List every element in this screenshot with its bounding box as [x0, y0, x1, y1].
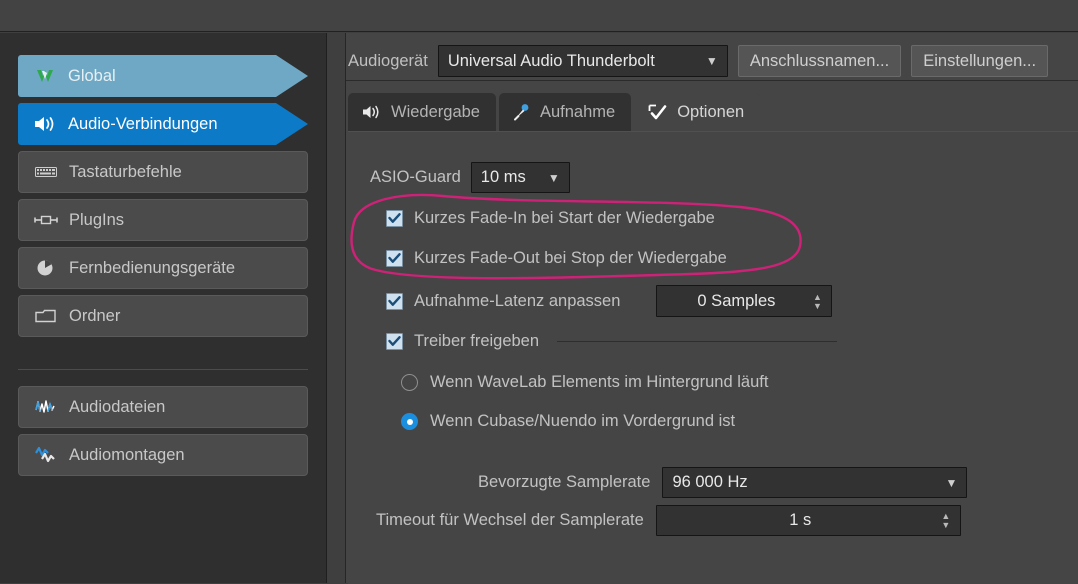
asio-guard-label: ASIO-Guard: [370, 168, 461, 186]
folder-icon: [33, 305, 59, 327]
fade-out-checkbox[interactable]: [386, 250, 403, 267]
sidebar-item-label: Ordner: [69, 306, 121, 325]
stepper-arrows-icon[interactable]: ▲ ▼: [807, 292, 827, 310]
radio-foreground-row[interactable]: Wenn Cubase/Nuendo im Vordergrund ist: [401, 412, 735, 431]
sidebar-item-ordner[interactable]: Ordner: [18, 295, 308, 337]
sidebar-item-global[interactable]: Global: [18, 55, 308, 97]
sidebar-item-audiomontagen[interactable]: Audiomontagen: [18, 434, 308, 476]
tab-wiedergabe[interactable]: Wiedergabe: [348, 93, 496, 131]
samplerate-timeout-row: Timeout für Wechsel der Samplerate 1 s ▲…: [376, 505, 961, 536]
header-divider: [346, 80, 1078, 81]
section-rule: [557, 341, 838, 342]
remote-device-icon: [33, 257, 59, 279]
preferred-samplerate-label: Bevorzugte Samplerate: [478, 473, 651, 491]
preferred-samplerate-row: Bevorzugte Samplerate 96 000 Hz ▼: [478, 467, 968, 498]
sidebar-item-tastaturbefehle[interactable]: Tastaturbefehle: [18, 151, 308, 193]
tab-label: Aufnahme: [539, 102, 616, 121]
sidebar-item-label: Audio-Verbindungen: [68, 114, 218, 133]
release-driver-label: Treiber freigeben: [414, 332, 540, 350]
speaker-icon: [32, 113, 58, 135]
options-check-icon: [648, 104, 668, 121]
preferred-samplerate-select[interactable]: 96 000 Hz ▼: [662, 467, 968, 498]
sidebar-item-plugins[interactable]: PlugIns: [18, 199, 308, 241]
preferred-samplerate-value: 96 000 Hz: [672, 473, 748, 491]
sidebar-item-label: Global: [68, 66, 116, 85]
asio-guard-select[interactable]: 10 ms ▼: [470, 162, 570, 193]
asio-guard-value: 10 ms: [480, 168, 526, 186]
audio-device-select[interactable]: Universal Audio Thunderbolt ▼: [437, 45, 728, 77]
speaker-icon: [362, 104, 382, 120]
sidebar-nav-list: Global Audio-Verbindungen Tastaturbefehl…: [18, 55, 308, 482]
fade-in-label: Kurzes Fade-In bei Start der Wiedergabe: [414, 209, 715, 227]
sidebar-item-label: Fernbedienungsgeräte: [69, 258, 236, 277]
keyboard-icon: [33, 161, 59, 183]
wavelab-preferences-window: Global Audio-Verbindungen Tastaturbefehl…: [0, 0, 1078, 584]
sidebar-item-label: Tastaturbefehle: [69, 162, 182, 181]
sidebar-item-fernbedienungsgeraete[interactable]: Fernbedienungsgeräte: [18, 247, 308, 289]
record-latency-label: Aufnahme-Latenz anpassen: [414, 291, 621, 310]
montage-icon: [33, 444, 59, 466]
preferences-content: Audiogerät Universal Audio Thunderbolt ▼…: [346, 33, 1078, 584]
audio-device-label: Audiogerät: [348, 51, 428, 70]
samplerate-timeout-stepper[interactable]: 1 s ▲ ▼: [655, 505, 961, 536]
chevron-down-icon: ▼: [945, 475, 958, 490]
audio-device-value: Universal Audio Thunderbolt: [447, 51, 655, 70]
stepper-arrows-icon[interactable]: ▲ ▼: [936, 512, 956, 530]
fade-out-label: Kurzes Fade-Out bei Stop der Wiedergabe: [414, 249, 727, 267]
chevron-down-icon: ▼: [547, 170, 560, 185]
record-latency-value: 0 Samples: [697, 291, 776, 310]
tab-label: Optionen: [677, 102, 745, 121]
sidebar-item-audio-verbindungen[interactable]: Audio-Verbindungen: [18, 103, 308, 145]
fade-out-row[interactable]: Kurzes Fade-Out bei Stop der Wiedergabe: [386, 249, 727, 268]
fade-in-checkbox[interactable]: [386, 210, 403, 227]
microphone-icon: [513, 103, 531, 121]
asio-guard-row: ASIO-Guard 10 ms ▼: [370, 162, 570, 193]
radio-foreground[interactable]: [401, 413, 418, 430]
sidebar-item-label: Audiodateien: [69, 397, 166, 416]
sidebar-divider: [18, 369, 308, 370]
optionen-panel: ASIO-Guard 10 ms ▼ Kurzes Fade-In bei St…: [348, 131, 1078, 584]
sidebar-vertical-divider: [326, 33, 327, 583]
release-driver-row[interactable]: Treiber freigeben: [386, 332, 1006, 351]
plugin-icon: [33, 209, 59, 231]
radio-background-row[interactable]: Wenn WaveLab Elements im Hintergrund läu…: [401, 373, 768, 392]
radio-background-label: Wenn WaveLab Elements im Hintergrund läu…: [430, 373, 769, 391]
samplerate-timeout-label: Timeout für Wechsel der Samplerate: [376, 511, 644, 529]
release-driver-checkbox[interactable]: [386, 333, 403, 350]
wavelab-logo-icon: [32, 65, 58, 87]
record-latency-checkbox[interactable]: [386, 292, 403, 310]
record-latency-row[interactable]: Aufnahme-Latenz anpassen 0 Samples ▲ ▼: [386, 285, 833, 317]
tab-label: Wiedergabe: [391, 102, 480, 121]
tab-optionen[interactable]: Optionen: [634, 93, 761, 131]
audio-device-row: Audiogerät Universal Audio Thunderbolt ▼…: [348, 45, 1049, 77]
record-latency-stepper[interactable]: 0 Samples ▲ ▼: [656, 285, 833, 317]
fade-in-row[interactable]: Kurzes Fade-In bei Start der Wiedergabe: [386, 209, 715, 228]
tab-aufnahme[interactable]: Aufnahme: [498, 93, 632, 131]
samplerate-timeout-value: 1 s: [789, 511, 812, 529]
port-names-button[interactable]: Anschlussnamen...: [737, 45, 902, 77]
preferences-sidebar: Global Audio-Verbindungen Tastaturbefehl…: [0, 33, 326, 583]
radio-background[interactable]: [401, 374, 418, 391]
sidebar-item-audiodateien[interactable]: Audiodateien: [18, 386, 308, 428]
chevron-down-icon: ▼: [705, 54, 718, 68]
waveform-icon: [33, 396, 59, 418]
settings-button[interactable]: Einstellungen...: [911, 45, 1049, 77]
window-top-strip: [0, 0, 1078, 32]
sidebar-item-label: Audiomontagen: [69, 445, 185, 464]
radio-foreground-label: Wenn Cubase/Nuendo im Vordergrund ist: [430, 412, 736, 430]
tab-bar: Wiedergabe Aufnahme Optionen: [348, 93, 763, 131]
sidebar-item-label: PlugIns: [69, 210, 125, 229]
